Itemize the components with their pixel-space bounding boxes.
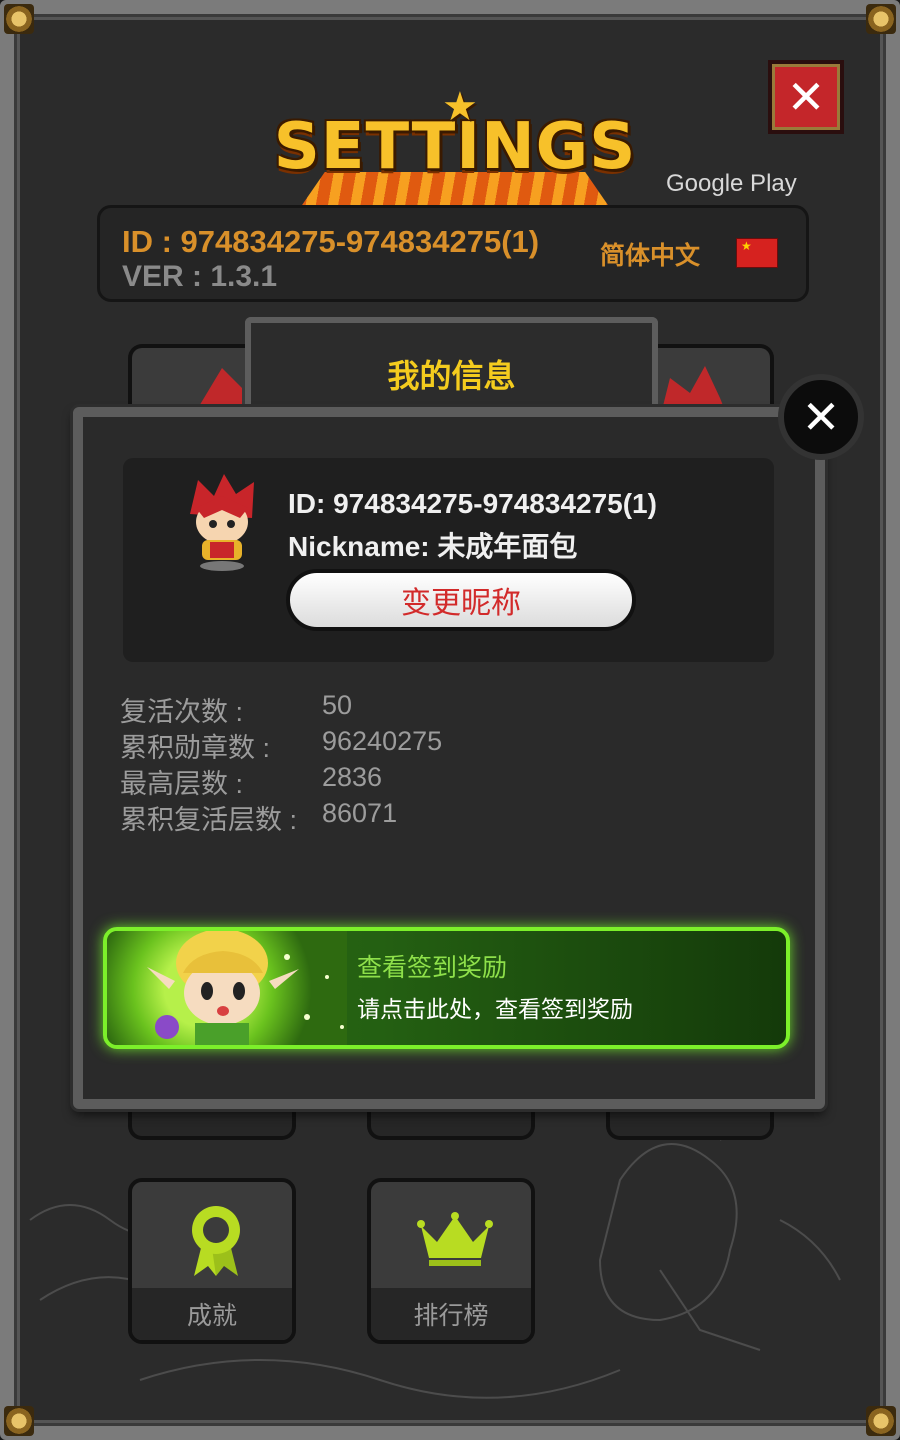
account-id: ID : 974834275-974834275(1): [122, 224, 540, 259]
banner-subtitle: 请点击此处，查看签到奖励: [357, 996, 633, 1022]
profile-nickname: Nickname: 未成年面包: [288, 531, 578, 562]
achievements-tile[interactable]: 成就: [128, 1178, 296, 1344]
stat-value-revive-floors: 86071: [322, 798, 398, 828]
star-icon: ★: [442, 85, 478, 129]
medal-icon: [192, 1206, 240, 1276]
checkin-reward-banner[interactable]: [103, 927, 790, 1049]
language-selector[interactable]: 简体中文: [600, 236, 700, 272]
stat-label-revive-floors: 累积复活层数 :: [120, 805, 298, 835]
avatar: [190, 474, 254, 571]
leaderboard-label: 排行榜: [413, 1302, 489, 1330]
stat-value-max-floor: 2836: [322, 762, 383, 792]
stat-label-revives: 复活次数 :: [120, 697, 244, 727]
stat-label-medals: 累积勋章数 :: [120, 733, 271, 763]
tab-title: 我的信息: [387, 358, 516, 394]
stat-label-max-floor: 最高层数 :: [120, 769, 244, 799]
achievements-label: 成就: [186, 1302, 237, 1330]
stat-value-medals: 96240275: [322, 726, 443, 756]
settings-close-button[interactable]: ✕: [768, 60, 844, 134]
account-info-bar: ID : 974834275-974834275(1) VER : 1.3.1 …: [97, 205, 809, 302]
sparkle-icon: [284, 954, 344, 1029]
china-flag-icon[interactable]: [736, 238, 778, 268]
settings-logo: SETTINGS ★: [270, 85, 640, 208]
crown-icon: [417, 1212, 493, 1266]
dialog-close-button[interactable]: ✕: [778, 374, 864, 460]
corner-ornament: [4, 4, 34, 34]
close-icon: ✕: [786, 71, 826, 123]
stat-value-revives: 50: [322, 690, 353, 720]
version-text: VER : 1.3.1: [122, 260, 278, 293]
banner-title: 查看签到奖励: [357, 954, 508, 982]
google-play-label[interactable]: Google Play: [666, 170, 797, 198]
profile-id: ID: 974834275-974834275(1): [288, 488, 657, 519]
leaderboard-tile[interactable]: 排行榜: [367, 1178, 535, 1344]
tab-my-info[interactable]: 我的信息: [245, 317, 658, 419]
change-nickname-button[interactable]: 变更昵称: [286, 569, 636, 631]
close-icon: ✕: [801, 391, 841, 443]
corner-ornament: [866, 4, 896, 34]
